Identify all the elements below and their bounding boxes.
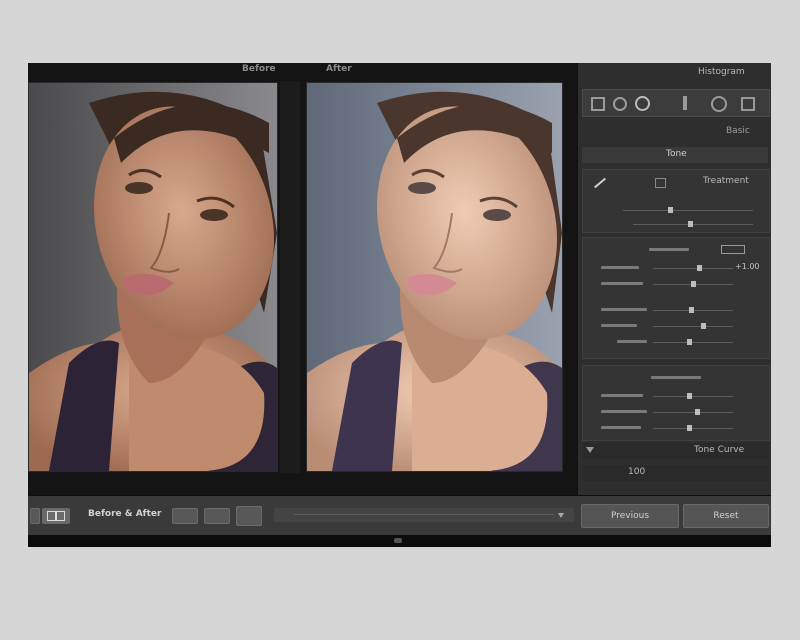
copy-before-after-button[interactable] bbox=[172, 508, 198, 524]
crop-tool-icon[interactable] bbox=[591, 97, 605, 111]
loupe-view-button[interactable] bbox=[30, 508, 40, 524]
temp-slider-knob[interactable] bbox=[668, 207, 673, 213]
panel-header-label: Histogram bbox=[698, 67, 745, 77]
tone-curve-label: Tone Curve bbox=[694, 445, 745, 455]
treatment-label[interactable]: Treatment bbox=[703, 176, 749, 186]
redeye-tool-icon[interactable] bbox=[635, 96, 650, 111]
zoom-row: 100 bbox=[582, 465, 768, 481]
filmstrip-toggle-icon[interactable] bbox=[394, 538, 402, 543]
radial-tool-icon[interactable] bbox=[741, 97, 755, 111]
tone-curve-header[interactable]: Tone Curve bbox=[582, 443, 768, 459]
reset-button[interactable]: Reset bbox=[683, 504, 769, 528]
clarity-slider-knob[interactable] bbox=[687, 393, 692, 399]
treatment-section: Treatment bbox=[582, 169, 770, 233]
treatment-color-button[interactable] bbox=[655, 178, 666, 188]
side-by-side-icon-right bbox=[56, 511, 65, 521]
swap-button[interactable] bbox=[236, 506, 262, 526]
spot-tool-icon[interactable] bbox=[613, 97, 627, 111]
before-photo[interactable] bbox=[28, 82, 278, 472]
presence-section bbox=[582, 365, 770, 441]
auto-tone-button[interactable] bbox=[721, 245, 745, 254]
tint-slider-knob[interactable] bbox=[688, 221, 693, 227]
tab-tone[interactable]: Tone bbox=[666, 149, 687, 159]
side-by-side-icon bbox=[47, 511, 56, 521]
bottom-toolbar: Before & After Previous Reset bbox=[28, 495, 771, 536]
expand-triangle-icon bbox=[586, 447, 594, 453]
zoom-value[interactable]: 100 bbox=[628, 467, 645, 477]
eyedropper-icon[interactable] bbox=[593, 177, 607, 189]
brush-tool-icon[interactable] bbox=[711, 96, 727, 112]
comparison-view: Before After bbox=[28, 63, 577, 495]
contrast-slider-knob[interactable] bbox=[691, 281, 696, 287]
view-divider bbox=[280, 81, 300, 473]
after-photo[interactable] bbox=[306, 82, 563, 472]
after-label: After bbox=[326, 64, 352, 74]
shadows-slider-knob[interactable] bbox=[701, 323, 706, 329]
exposure-slider-knob[interactable] bbox=[697, 265, 702, 271]
filmstrip-bar bbox=[28, 535, 771, 547]
panel-tabs: Tone bbox=[582, 147, 768, 163]
saturation-slider-knob[interactable] bbox=[687, 425, 692, 431]
soft-proofing-bar bbox=[274, 508, 574, 522]
gradient-tool-icon[interactable] bbox=[683, 96, 687, 110]
previous-button[interactable]: Previous bbox=[581, 504, 679, 528]
preset-label: Basic bbox=[726, 126, 750, 136]
vibrance-slider-knob[interactable] bbox=[695, 409, 700, 415]
compare-view-button[interactable] bbox=[42, 508, 70, 524]
toolbar-dropdown-icon[interactable] bbox=[558, 513, 564, 518]
highlights-slider-knob[interactable] bbox=[689, 307, 694, 313]
view-mode-label[interactable]: Before & After bbox=[88, 509, 161, 519]
before-label: Before bbox=[242, 64, 276, 74]
exposure-value[interactable]: +1.00 bbox=[735, 262, 760, 271]
photo-editor-window: Before After Histogram Basic Tone Treatm… bbox=[28, 63, 771, 547]
develop-panel: Histogram Basic Tone Treatment +1.00 Ton… bbox=[577, 63, 771, 495]
copy-after-before-button[interactable] bbox=[204, 508, 230, 524]
tone-section: +1.00 bbox=[582, 237, 770, 359]
whites-slider-knob[interactable] bbox=[687, 339, 692, 345]
tool-strip bbox=[582, 89, 770, 117]
